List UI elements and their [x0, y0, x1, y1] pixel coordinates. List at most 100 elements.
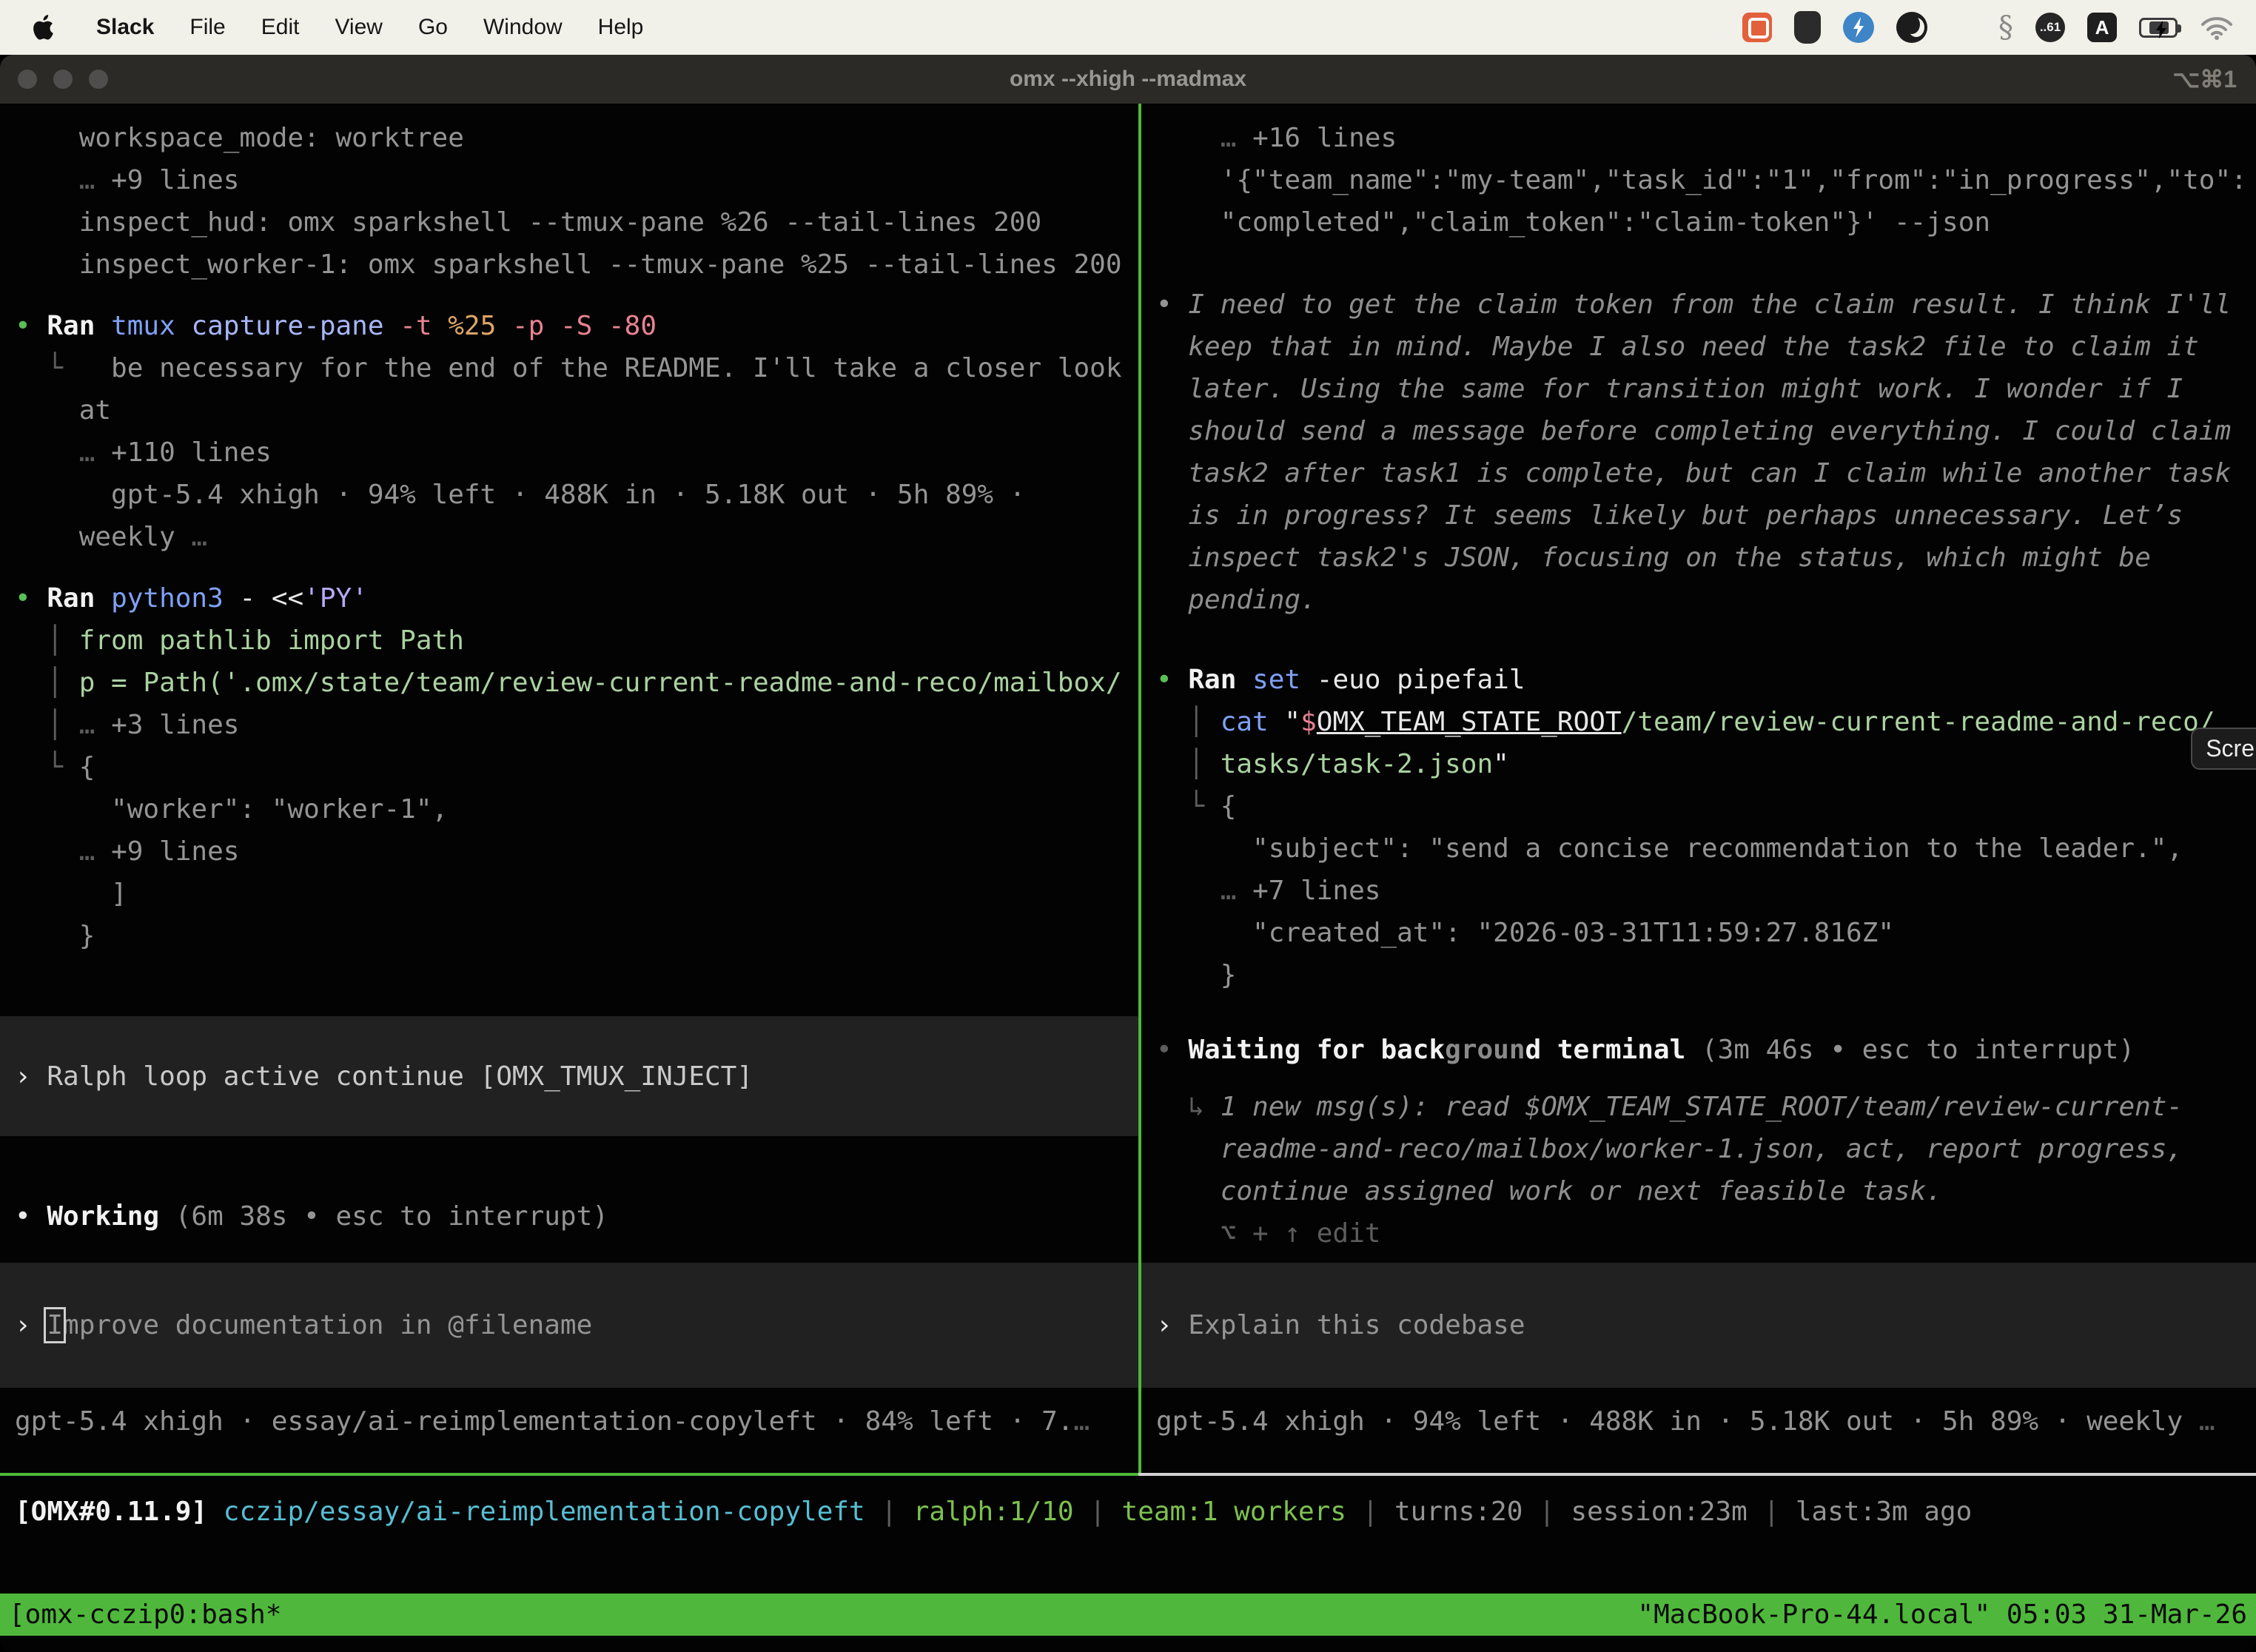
menu-item-edit[interactable]: Edit	[261, 15, 300, 40]
terminal-line: └ {	[1156, 785, 2256, 827]
menu-item-go[interactable]: Go	[418, 15, 448, 40]
terminal-line: ⌥ + ↑ edit	[1156, 1212, 2256, 1255]
battery-icon[interactable]	[2139, 18, 2178, 38]
left-prompt-input[interactable]: › Improve documentation in @filename	[0, 1263, 1138, 1388]
terminal-line: │ … +3 lines	[15, 704, 1138, 746]
terminal-line: pending.	[1156, 579, 2256, 621]
terminal-line: › Improve documentation in @filename	[15, 1304, 592, 1346]
terminal-line: › Explain this codebase	[1156, 1304, 1525, 1346]
terminal-bottom-gap	[0, 1533, 2256, 1594]
terminal-line: • I need to get the claim token from the…	[1156, 283, 2256, 326]
terminal-line: │ p = Path('.omx/state/team/review-curre…	[15, 662, 1138, 704]
active-pane-border	[0, 1473, 1138, 1476]
terminal-line: "created_at": "2026-03-31T11:59:27.816Z"	[1156, 912, 2256, 954]
window-footer	[0, 1636, 2256, 1652]
inactive-pane-border	[1138, 1473, 2256, 1476]
terminal-line: at	[15, 389, 1138, 432]
terminal-line: … +9 lines	[15, 830, 1138, 873]
menu-item-slack[interactable]: Slack	[96, 15, 154, 40]
terminal-line: • Ran tmux capture-pane -t %25 -p -S -80	[15, 305, 1138, 347]
terminal-line: │ tasks/task-2.json"	[1156, 743, 2256, 785]
grid-dots-icon[interactable]	[1950, 14, 1976, 41]
tmux-status-bar[interactable]: [omx-cczip0:bash* "MacBook-Pro-44.local"…	[0, 1594, 2256, 1636]
countdown-badge[interactable]: ..61	[2035, 13, 2065, 42]
terminal-line: • Ran set -euo pipefail	[1156, 659, 2256, 701]
wifi-icon[interactable]	[2200, 15, 2234, 40]
terminal-line: "subject": "send a concise recommendatio…	[1156, 827, 2256, 870]
terminal-line: └ be necessary for the end of the README…	[15, 347, 1138, 389]
left-notice-band: › Ralph loop active continue [OMX_TMUX_I…	[0, 1016, 1138, 1136]
minimize-button[interactable]	[53, 70, 73, 89]
terminal-line: … +7 lines	[1156, 870, 2256, 912]
left-working-status: • Working (6m 38s • esc to interrupt)	[15, 1195, 1138, 1238]
menu-status-icons: § ..61 A	[1742, 11, 2256, 44]
terminal-line: … +16 lines	[1156, 117, 2256, 159]
crescent-app-icon[interactable]	[1896, 12, 1927, 43]
terminal-line: is in progress? It seems likely but perh…	[1156, 494, 2256, 537]
terminal-line: gpt-5.4 xhigh · 94% left · 488K in · 5.1…	[1156, 1400, 2256, 1443]
menu-item-file[interactable]: File	[189, 15, 225, 40]
terminal-line: keep that in mind. Maybe I also need the…	[1156, 326, 2256, 368]
keyboard-grid-icon[interactable]	[1794, 11, 1821, 44]
terminal-line: │ cat "$OMX_TEAM_STATE_ROOT/team/review-…	[1156, 701, 2256, 743]
menu-item-window[interactable]: Window	[483, 15, 563, 40]
menu-item-help[interactable]: Help	[598, 15, 644, 40]
terminal-line: │ from pathlib import Path	[15, 620, 1138, 662]
terminal-line: inspect_worker-1: omx sparkshell --tmux-…	[15, 244, 1138, 286]
window-title: omx --xhigh --madmax	[1010, 67, 1246, 92]
screen-share-tooltip: Scre	[2191, 728, 2256, 770]
omx-session-status-line: [OMX#0.11.9] cczip/essay/ai-reimplementa…	[0, 1476, 2256, 1533]
terminal-line: workspace_mode: worktree	[15, 117, 1138, 159]
terminal-line: … +9 lines	[15, 159, 1138, 201]
terminal-line: continue assigned work or next feasible …	[1156, 1170, 2256, 1212]
terminal-line: inspect_hud: omx sparkshell --tmux-pane …	[15, 201, 1138, 244]
terminal-line: • Working (6m 38s • esc to interrupt)	[15, 1195, 1138, 1238]
squiggle-icon[interactable]: §	[1998, 13, 2013, 42]
left-scrollback: workspace_mode: worktree … +9 lines insp…	[0, 104, 1138, 957]
input-source-icon[interactable]: A	[2087, 13, 2117, 42]
terminal-line: [OMX#0.11.9] cczip/essay/ai-reimplementa…	[15, 1491, 2256, 1533]
terminal-line: "completed","claim_token":"claim-token"}…	[1156, 201, 2256, 244]
right-scrollback: … +16 lines '{"team_name":"my-team","tas…	[1141, 104, 2256, 1255]
terminal-line: • Waiting for background terminal (3m 46…	[1156, 1029, 2256, 1071]
left-terminal-pane[interactable]: workspace_mode: worktree … +9 lines insp…	[0, 104, 1138, 1473]
menu-item-view[interactable]: View	[335, 15, 382, 40]
traffic-lights	[18, 55, 108, 104]
terminal-line: … +110 lines	[15, 432, 1138, 474]
screen-record-icon[interactable]	[1742, 13, 1772, 42]
terminal-line: gpt-5.4 xhigh · essay/ai-reimplementatio…	[15, 1400, 1138, 1443]
terminal-line: later. Using the same for transition mig…	[1156, 368, 2256, 410]
zoom-button[interactable]	[89, 70, 108, 89]
menu-bar: Slack File Edit View Go Window Help § ..61 A	[0, 0, 2256, 55]
terminal-line: "worker": "worker-1",	[15, 788, 1138, 830]
terminal-line: }	[1156, 954, 2256, 996]
terminal-line: • Ran python3 - <<'PY'	[15, 577, 1138, 620]
terminal-line: ]	[15, 873, 1138, 915]
terminal-line: └ {	[15, 746, 1138, 788]
apple-menu-icon[interactable]	[33, 13, 58, 42]
tmux-content: workspace_mode: worktree … +9 lines insp…	[0, 104, 2256, 1473]
left-pane-status-line: gpt-5.4 xhigh · essay/ai-reimplementatio…	[15, 1400, 1138, 1443]
terminal-line: weekly …	[15, 516, 1138, 558]
menu-items: Slack File Edit View Go Window Help	[96, 15, 679, 40]
terminal-line: gpt-5.4 xhigh · 94% left · 488K in · 5.1…	[15, 474, 1138, 516]
window-shortcut-badge: ⌥⌘1	[2172, 65, 2237, 93]
right-pane-status-line: gpt-5.4 xhigh · 94% left · 488K in · 5.1…	[1156, 1400, 2256, 1443]
terminal-line: readme-and-reco/mailbox/worker-1.json, a…	[1156, 1128, 2256, 1170]
terminal-line: inspect task2's JSON, focusing on the st…	[1156, 537, 2256, 579]
terminal-line: › Ralph loop active continue [OMX_TMUX_I…	[15, 1055, 753, 1098]
right-prompt-input[interactable]: › Explain this codebase	[1141, 1263, 2256, 1388]
pane-bottom-borders	[0, 1473, 2256, 1476]
terminal-line: task2 after task1 is complete, but can I…	[1156, 452, 2256, 494]
tmux-host-clock: "MacBook-Pro-44.local" 05:03 31-Mar-26	[1637, 1594, 2247, 1636]
tmux-session-label[interactable]: [omx-cczip0:bash*	[9, 1594, 281, 1636]
window-title-bar[interactable]: omx --xhigh --madmax ⌥⌘1	[0, 55, 2256, 104]
right-terminal-pane[interactable]: … +16 lines '{"team_name":"my-team","tas…	[1141, 104, 2256, 1473]
terminal-window: omx --xhigh --madmax ⌥⌘1 workspace_mode:…	[0, 55, 2256, 1652]
close-button[interactable]	[18, 70, 37, 89]
terminal-line: }	[15, 915, 1138, 957]
terminal-line: should send a message before completing …	[1156, 410, 2256, 452]
bolt-badge-icon[interactable]	[1843, 12, 1874, 43]
terminal-line: '{"team_name":"my-team","task_id":"1","f…	[1156, 159, 2256, 201]
terminal-line: ↳ 1 new msg(s): read $OMX_TEAM_STATE_ROO…	[1156, 1086, 2256, 1128]
